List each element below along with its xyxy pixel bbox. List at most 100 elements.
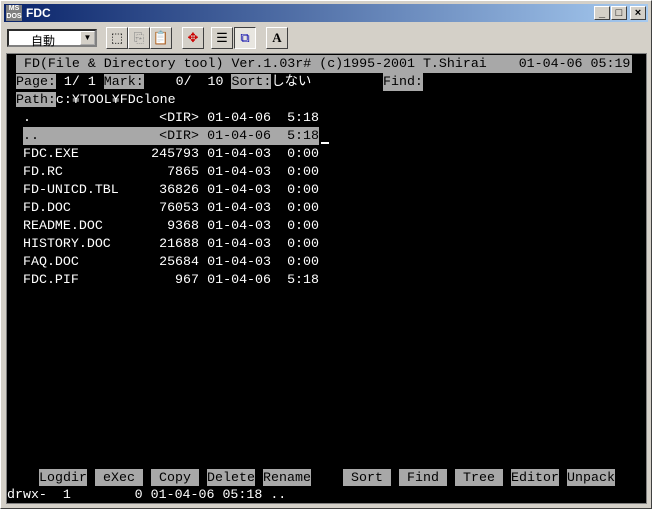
toolbar: 自動 ▼ ⬚ ⎘ 📋 ✥ ☰ ⧉ A [4,27,648,49]
find-label: Find: [383,73,423,91]
file-size: 245793 [151,146,199,161]
file-time: 5:18 [287,110,319,125]
file-date: 01-04-03 [207,218,271,233]
sort-label: Sort: [231,74,272,89]
file-size: 967 [175,272,199,287]
file-time: 0:00 [287,182,319,197]
minimize-button[interactable]: _ [594,6,610,20]
background-button[interactable]: ⧉ [234,27,256,49]
cursor [321,142,329,144]
file-date: 01-04-03 [207,200,271,215]
fkey-tree[interactable]: Tree [455,469,503,486]
fkey-editor[interactable]: Editor [511,469,559,486]
file-date: 01-04-03 [207,254,271,269]
paste-button[interactable]: 📋 [150,27,172,49]
file-date: 01-04-06 [207,272,271,287]
file-row[interactable]: FD.RC 7865 01-04-03 0:00 [23,163,319,181]
file-date: 01-04-03 [207,146,271,161]
file-date: 01-04-06 [207,128,271,143]
file-name: . [23,110,31,125]
fullscreen-icon: ✥ [187,30,199,45]
file-size: 76053 [159,200,199,215]
file-row[interactable]: .. <DIR> 01-04-06 5:18 [23,127,319,145]
file-row[interactable]: README.DOC 9368 01-04-03 0:00 [23,217,319,235]
maximize-button[interactable]: □ [611,6,627,20]
fkey-unpack[interactable]: Unpack [567,469,615,486]
mark-label: Mark: [103,74,144,89]
properties-icon: ☰ [216,30,228,45]
file-row[interactable]: FD-UNICD.TBL 36826 01-04-03 0:00 [23,181,319,199]
properties-button[interactable]: ☰ [211,27,233,49]
file-size: <DIR> [159,128,199,143]
file-name: HISTORY.DOC [23,236,111,251]
file-time: 0:00 [287,200,319,215]
file-row[interactable]: FD.DOC 76053 01-04-03 0:00 [23,199,319,217]
font-size-combo[interactable]: 自動 ▼ [7,29,97,48]
file-name: FD-UNICD.TBL [23,182,119,197]
font-icon: A [272,30,282,45]
copy-button[interactable]: ⎘ [128,27,150,49]
file-time: 0:00 [287,236,319,251]
file-date: 01-04-03 [207,164,271,179]
font-size-value: 自動 [31,34,56,48]
file-time: 0:00 [287,164,319,179]
file-name: FDC.EXE [23,146,79,161]
fkey-logdir[interactable]: Logdir [39,469,87,486]
file-time: 5:18 [287,272,319,287]
font-button[interactable]: A [266,27,288,49]
window-title: FDC [26,6,51,20]
file-size: 7865 [167,164,199,179]
fkey-delete[interactable]: Delete [207,469,255,486]
file-size: 9368 [167,218,199,233]
file-row[interactable]: FDC.EXE 245793 01-04-03 0:00 [23,145,319,163]
file-size: 25684 [159,254,199,269]
paste-icon: 📋 [152,30,170,45]
mark-button[interactable]: ⬚ [106,27,128,49]
mark-icon: ⬚ [110,30,124,45]
file-size: 21688 [159,236,199,251]
file-time: 5:18 [287,128,319,143]
terminal-screen[interactable]: FD(File & Directory tool) Ver.1.03r# (c)… [6,53,647,504]
file-date: 01-04-06 [207,110,271,125]
fkey-exec[interactable]: eXec [95,469,143,486]
file-name: README.DOC [23,218,103,233]
path-value: c:¥TOOL¥FDclone [55,92,176,107]
file-name: FD.DOC [23,200,71,215]
fkey-sort[interactable]: Sort [343,469,391,486]
file-size: 36826 [159,182,199,197]
sort-value: しない [271,74,312,89]
path-label: Path: [16,92,56,107]
file-name: FDC.PIF [23,272,79,287]
file-row[interactable]: FAQ.DOC 25684 01-04-03 0:00 [23,253,319,271]
ms-dos-icon[interactable]: MS DOS [6,5,22,21]
file-name: .. [23,128,39,143]
fullscreen-button[interactable]: ✥ [182,27,204,49]
file-name: FAQ.DOC [23,254,79,269]
page-label: Page: [16,74,56,89]
background-icon: ⧉ [240,30,250,45]
file-row[interactable]: FDC.PIF 967 01-04-06 5:18 [23,271,319,289]
file-size: <DIR> [159,110,199,125]
file-date: 01-04-03 [207,182,271,197]
file-time: 0:00 [287,218,319,233]
fkey-find[interactable]: Find [399,469,447,486]
fkey-rename[interactable]: Rename [263,469,311,486]
chevron-down-icon[interactable]: ▼ [80,31,95,45]
file-time: 0:00 [287,146,319,161]
close-button[interactable]: × [630,6,646,20]
fdc-window: MS DOS FDC _ □ × 自動 ▼ ⬚ ⎘ 📋 ✥ ☰ ⧉ A FD(Fil… [0,0,652,509]
file-row[interactable]: . <DIR> 01-04-06 5:18 [23,109,319,127]
file-row[interactable]: HISTORY.DOC 21688 01-04-03 0:00 [23,235,319,253]
file-date: 01-04-03 [207,236,271,251]
status-line: drwx- 1 0 01-04-06 05:18 .. [7,487,287,502]
mark-value: 0/ 10 [143,74,232,89]
title-bar[interactable]: MS DOS FDC _ □ × [4,4,648,22]
copy-icon: ⎘ [133,30,145,45]
info-line: Page: 1/ 1 Mark: 0/ 10 Sort:しない [16,73,311,91]
header-line: FD(File & Directory tool) Ver.1.03r# (c)… [16,55,632,73]
file-name: FD.RC [23,164,63,179]
fkey-copy[interactable]: Copy [151,469,199,486]
file-time: 0:00 [287,254,319,269]
page-value: 1/ 1 [55,74,104,89]
path-line: Path:c:¥TOOL¥FDclone [16,91,176,109]
